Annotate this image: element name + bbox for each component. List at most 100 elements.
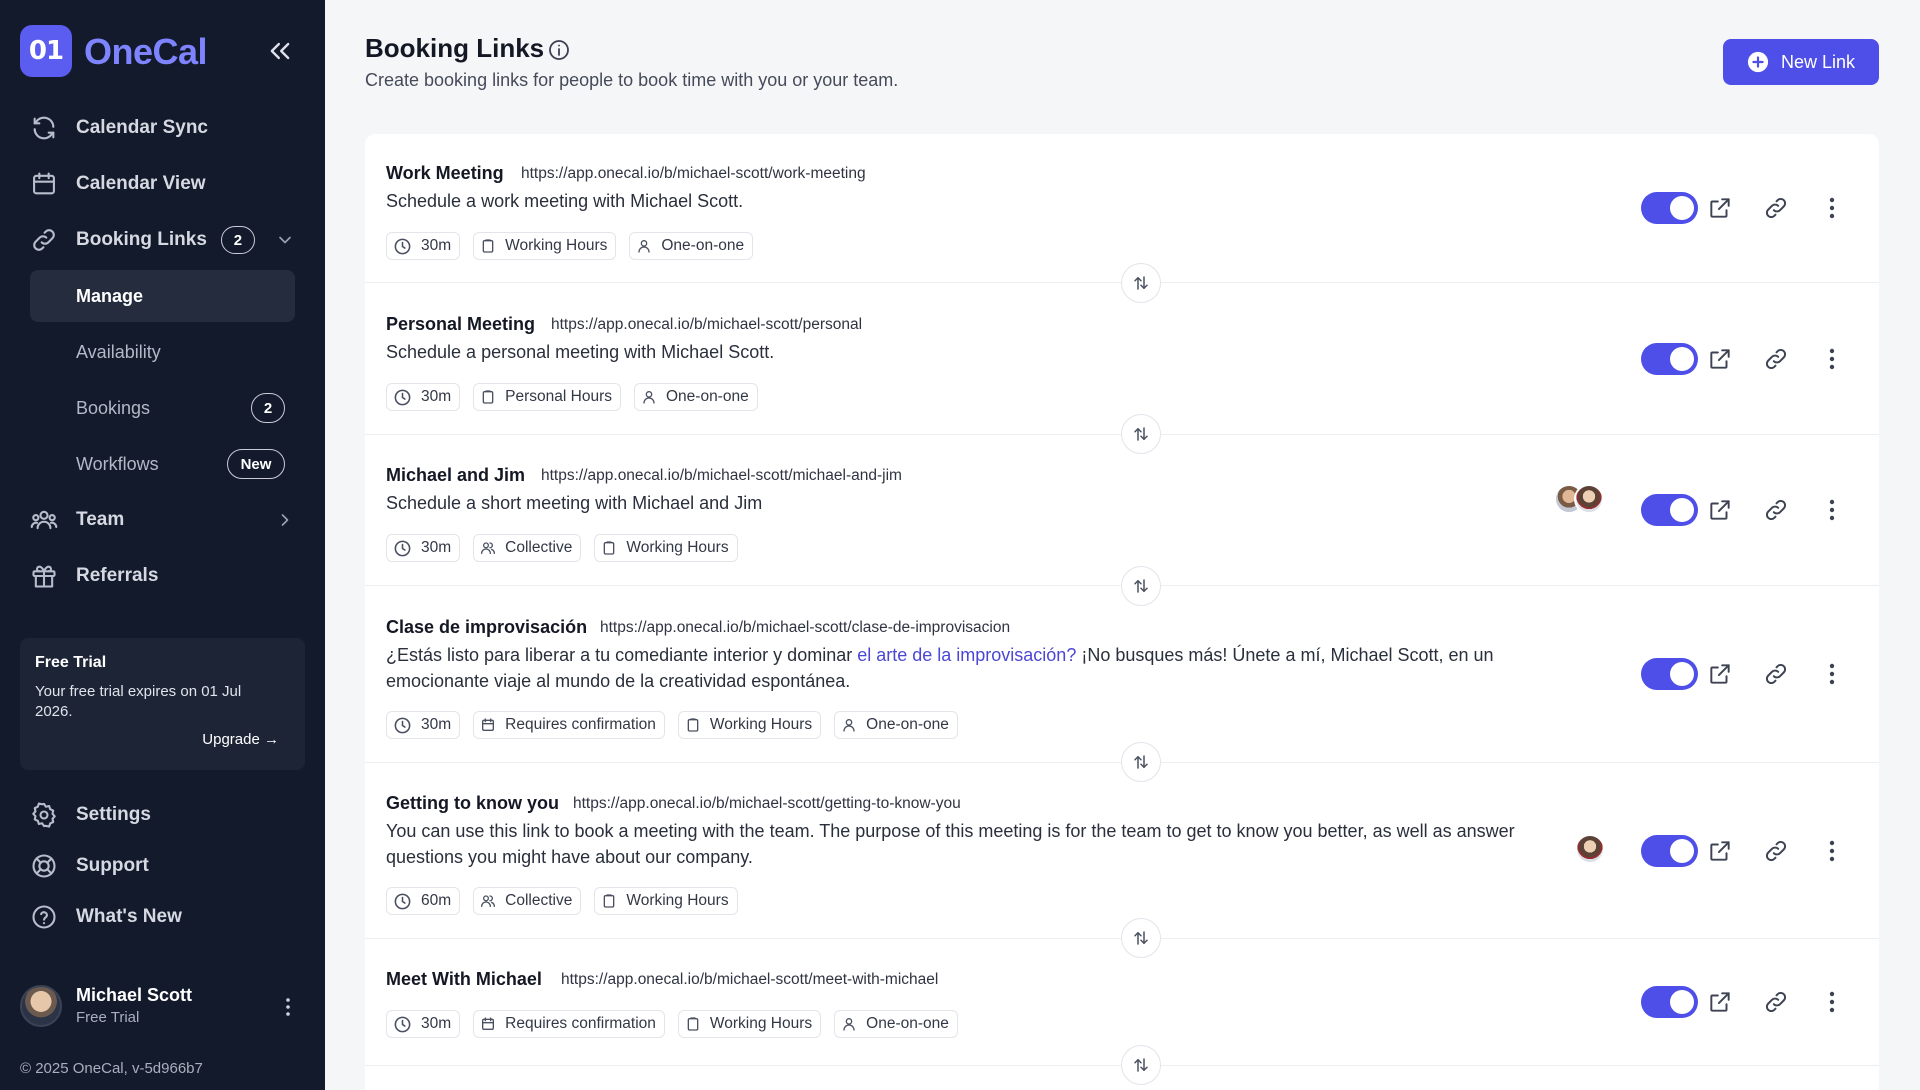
chevron-down-icon[interactable] — [275, 230, 295, 250]
duration-tag: 30m — [386, 534, 461, 562]
copyright: © 2025 OneCal, v-5d966b7 — [20, 1060, 203, 1077]
copy-link-icon[interactable] — [1763, 497, 1789, 523]
link-enabled-toggle[interactable] — [1641, 835, 1698, 867]
link-name: Michael and Jim — [386, 465, 526, 485]
external-link-icon[interactable] — [1707, 497, 1733, 523]
link-enabled-toggle[interactable] — [1641, 658, 1698, 690]
nav-support[interactable]: Support — [30, 846, 295, 886]
copy-link-icon[interactable] — [1763, 989, 1789, 1015]
hours-tag: Working Hours — [473, 232, 617, 260]
tag-label: Collective — [505, 892, 573, 909]
info-icon[interactable] — [547, 38, 571, 62]
copy-link-icon[interactable] — [1763, 346, 1789, 372]
upgrade-link[interactable]: Upgrade → — [202, 731, 279, 748]
sidebar-item-bookings[interactable]: Bookings 2 — [30, 382, 295, 434]
user-icon — [638, 240, 651, 253]
link-name: Work Meeting — [386, 163, 504, 183]
link-enabled-toggle[interactable] — [1641, 192, 1698, 224]
booking-link-card: Michael and Jim https://app.onecal.io/b/… — [365, 436, 1879, 606]
sidebar-item-availability[interactable]: Availability — [30, 326, 295, 378]
duration-tag: 60m — [386, 887, 461, 915]
description-link[interactable]: el arte de la improvisación? — [857, 645, 1076, 665]
link-enabled-toggle[interactable] — [1641, 343, 1698, 375]
nav-booking-links[interactable]: Booking Links 2 — [30, 220, 295, 260]
booking-link-card: Work Meeting https://app.onecal.io/b/mic… — [365, 134, 1879, 303]
swap-vertical-icon — [1134, 1058, 1148, 1072]
reorder-handle[interactable] — [1121, 1045, 1161, 1085]
external-link-icon[interactable] — [1707, 838, 1733, 864]
more-vertical-icon[interactable] — [1822, 661, 1842, 687]
nav-calendar-view[interactable]: Calendar View — [30, 164, 295, 204]
hours-tag: Working Hours — [677, 1010, 822, 1038]
nav-label: Settings — [76, 804, 151, 825]
nav-calendar-sync[interactable]: Calendar Sync — [30, 108, 295, 148]
tag-label: 30m — [421, 716, 452, 733]
external-link-icon[interactable] — [1707, 661, 1733, 687]
new-link-label: New Link — [1780, 51, 1856, 72]
link-tags: 30m Personal Hours One-on-one — [386, 383, 758, 411]
type-tag: One-on-one — [633, 383, 758, 411]
tag-label: Requires confirmation — [505, 716, 656, 733]
sub-label: Manage — [76, 285, 144, 306]
sidebar-item-workflows[interactable]: Workflows New — [30, 438, 295, 490]
lifebuoy-icon — [32, 854, 56, 878]
tag-label: 30m — [421, 237, 452, 254]
external-link-icon[interactable] — [1707, 195, 1733, 221]
link-url[interactable]: https://app.onecal.io/b/michael-scott/pe… — [551, 316, 862, 334]
link-name: Clase de improvisación — [386, 617, 588, 637]
nav-label: Booking Links — [76, 229, 207, 250]
more-vertical-icon[interactable] — [1822, 346, 1842, 372]
more-vertical-icon[interactable] — [1822, 497, 1842, 523]
link-enabled-toggle[interactable] — [1641, 494, 1698, 526]
nav-whats-new[interactable]: What's New — [30, 897, 295, 937]
sub-label: Availability — [76, 341, 161, 362]
collapse-sidebar-button[interactable] — [266, 37, 294, 65]
page-title: Booking Links — [365, 33, 545, 63]
link-description: Schedule a personal meeting with Michael… — [386, 342, 775, 362]
link-enabled-toggle[interactable] — [1641, 986, 1698, 1018]
copy-link-icon[interactable] — [1763, 661, 1789, 687]
tag-label: One-on-one — [665, 388, 749, 405]
new-badge: New — [227, 449, 285, 479]
more-vertical-icon[interactable] — [1822, 195, 1842, 221]
copy-link-icon[interactable] — [1763, 838, 1789, 864]
tag-label: Requires confirmation — [505, 1015, 656, 1032]
link-description: ¿Estás listo para liberar a tu comediant… — [386, 642, 1546, 694]
sidebar-item-manage[interactable]: Manage — [30, 270, 295, 322]
nav-label: Support — [76, 855, 149, 876]
trial-title: Free Trial — [35, 654, 107, 671]
link-tags: 30m Collective Working Hours — [386, 534, 738, 562]
link-url[interactable]: https://app.onecal.io/b/michael-scott/me… — [561, 971, 938, 989]
bookings-count-badge: 2 — [251, 393, 285, 423]
link-url[interactable]: https://app.onecal.io/b/michael-scott/ge… — [573, 795, 961, 813]
hours-tag: Working Hours — [594, 534, 738, 562]
nav-team[interactable]: Team — [30, 500, 295, 540]
nav-settings[interactable]: Settings — [30, 795, 295, 835]
nav-label: Calendar View — [76, 173, 206, 194]
clipboard-icon — [482, 390, 494, 404]
hours-tag: Working Hours — [594, 887, 738, 915]
more-vertical-icon[interactable] — [276, 993, 300, 1021]
user-profile[interactable]: Michael Scott Free Trial — [20, 983, 300, 1029]
calendar-icon — [482, 718, 495, 731]
type-tag: One-on-one — [834, 711, 958, 739]
avatar — [1574, 484, 1604, 514]
link-url[interactable]: https://app.onecal.io/b/michael-scott/mi… — [541, 467, 902, 485]
clipboard-icon — [604, 541, 615, 555]
new-link-button[interactable]: New Link — [1723, 39, 1879, 85]
more-vertical-icon[interactable] — [1822, 838, 1842, 864]
nav-referrals[interactable]: Referrals — [30, 556, 295, 596]
more-vertical-icon[interactable] — [1822, 989, 1842, 1015]
link-icon — [33, 229, 55, 251]
brand-name: OneCal — [84, 31, 208, 72]
copy-link-icon[interactable] — [1763, 195, 1789, 221]
link-url[interactable]: https://app.onecal.io/b/michael-scott/wo… — [521, 165, 866, 183]
booking-link-card: Clase de improvisación https://app.oneca… — [365, 587, 1879, 782]
external-link-icon[interactable] — [1707, 346, 1733, 372]
external-link-icon[interactable] — [1707, 989, 1733, 1015]
link-url[interactable]: https://app.onecal.io/b/michael-scott/cl… — [600, 619, 1010, 637]
clock-icon — [394, 717, 411, 733]
type-tag: Collective — [473, 534, 582, 562]
duration-tag: 30m — [386, 1010, 461, 1038]
duration-tag: 30m — [386, 383, 461, 411]
